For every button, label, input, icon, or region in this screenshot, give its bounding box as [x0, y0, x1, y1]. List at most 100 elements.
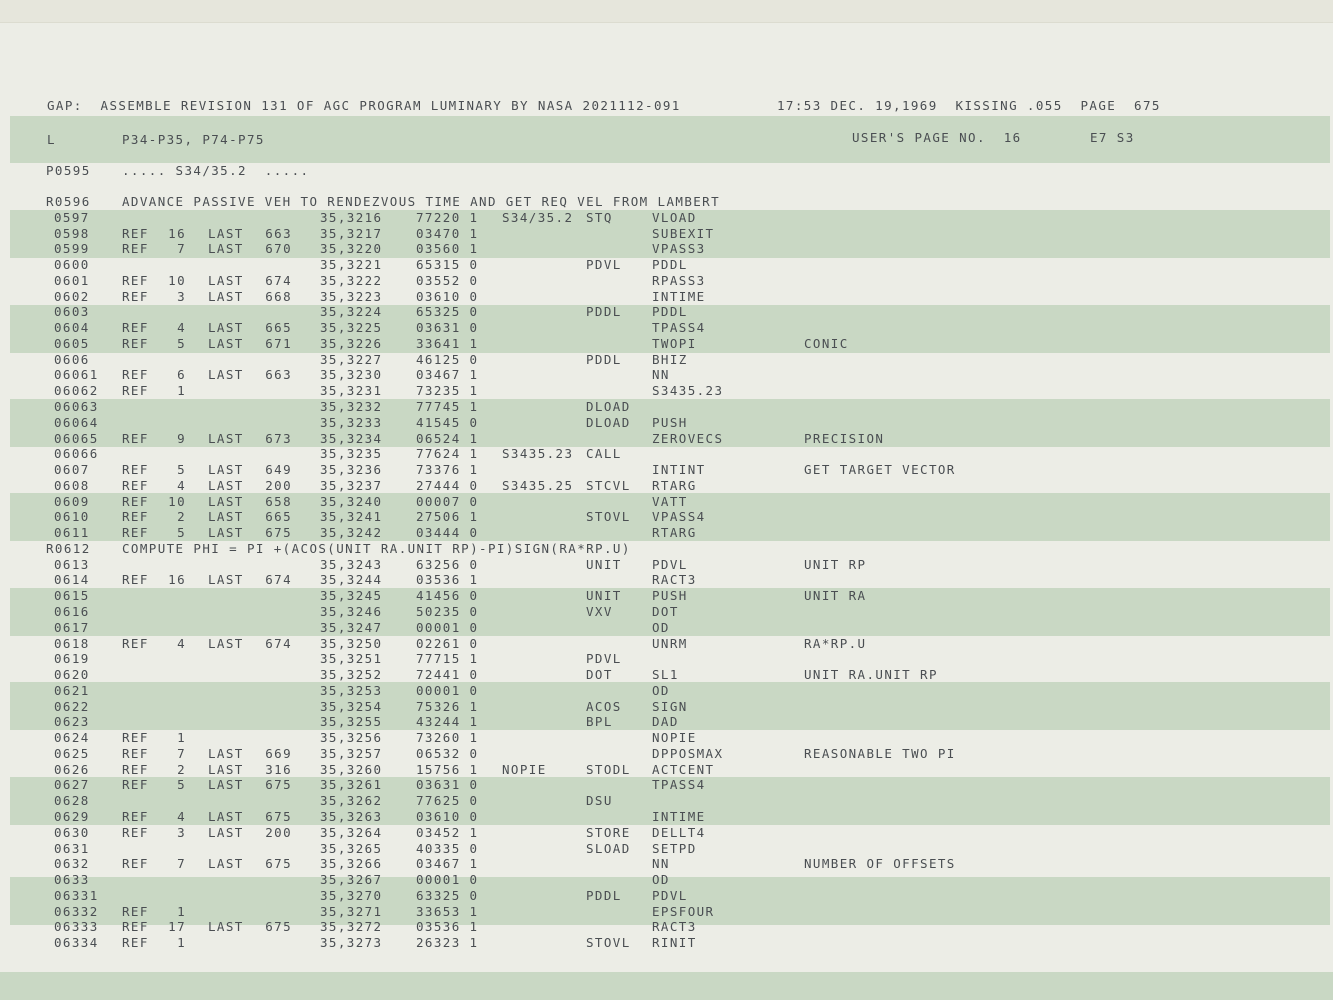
listing-row: 0604 REF 4 LAST 665 35,3225 03631 0 TPASS4	[46, 321, 1286, 335]
listing-row: 06066 35,3235 77624 1 S3435.23 CALL	[46, 447, 1286, 461]
last-page: 673	[265, 430, 292, 446]
operand: PDVL	[652, 887, 688, 903]
line-number: 0631	[54, 840, 90, 856]
operand: RACT3	[652, 919, 697, 935]
last-page: 675	[265, 525, 292, 541]
line-number: 06063	[54, 399, 99, 414]
operand: DOT	[652, 604, 679, 620]
last-page: 663	[265, 367, 292, 383]
ref-label: REF	[122, 935, 149, 951]
opcode: CALL	[586, 446, 622, 462]
line-number: 0617	[54, 619, 90, 635]
octal-code: 43244 1	[416, 714, 479, 730]
ref-count: 3	[177, 824, 186, 840]
ref-count: 1	[177, 383, 186, 399]
line-number: 0622	[54, 698, 90, 714]
listing-row: 0599 REF 7 LAST 670 35,3220 03560 1 VPASS3	[46, 242, 1286, 256]
ref-label: REF	[122, 383, 149, 399]
line-number: 0600	[54, 257, 90, 273]
operand: SETPD	[652, 840, 697, 856]
operand: VPASS4	[652, 509, 706, 525]
line-number: 0626	[54, 761, 90, 777]
octal-code: 65315 0	[416, 257, 479, 273]
listing-row: 0617 35,3247 00001 0 OD	[46, 619, 1286, 635]
line-number: 0605	[54, 335, 90, 351]
opcode: PDVL	[586, 651, 622, 667]
ref-count: 4	[177, 635, 186, 651]
last-label: LAST	[208, 477, 244, 493]
operand: EPSFOUR	[652, 903, 715, 919]
operand: S3435.23	[652, 383, 724, 399]
address: 35,3250	[320, 635, 383, 651]
ref-count: 7	[177, 856, 186, 872]
last-label: LAST	[208, 777, 244, 793]
opcode: DOT	[586, 667, 613, 683]
ref-label: REF	[122, 761, 149, 777]
octal-code: 63325 0	[416, 887, 479, 903]
opcode: STOVL	[586, 509, 631, 525]
ref-label: REF	[122, 288, 149, 304]
ref-count: 5	[177, 777, 186, 793]
listing-row: 0633 35,3267 00001 0 OD	[46, 873, 1286, 887]
address: 35,3261	[320, 777, 383, 793]
ref-label: REF	[122, 856, 149, 872]
ref-count: 9	[177, 430, 186, 446]
last-page: 671	[265, 335, 292, 351]
listing-row: 0620 35,3252 72441 0 DOT SL1 UNIT RA.UNIT RP	[46, 668, 1286, 682]
last-label: LAST	[208, 745, 244, 761]
ref-label: REF	[122, 493, 149, 509]
listing-row: 0605 REF 5 LAST 671 35,3226 33641 1 TWOPI CONIC	[46, 335, 1286, 351]
address: 35,3237	[320, 477, 383, 493]
listing-row: 0614 REF 16 LAST 674 35,3244 03536 1 RACT3	[46, 573, 1286, 587]
opcode: UNIT	[586, 556, 622, 572]
listing-row: 0630 REF 3 LAST 200 35,3264 03452 1 STORE DELLT4	[46, 824, 1286, 840]
listing-row: 0598 REF 16 LAST 663 35,3217 03470 1 SUBEXIT	[46, 225, 1286, 241]
octal-code: 02261 0	[416, 635, 479, 651]
line-number: 0601	[54, 272, 90, 288]
octal-code: 03536 1	[416, 919, 479, 935]
address: 35,3224	[320, 304, 383, 320]
operand: TPASS4	[652, 320, 706, 336]
address: 35,3242	[320, 525, 383, 541]
address: 35,3273	[320, 935, 383, 951]
listing-row: 0607 REF 5 LAST 649 35,3236 73376 1 INTINT GET T…	[46, 463, 1286, 477]
ref-count: 4	[177, 809, 186, 825]
line-number: 0620	[54, 667, 90, 683]
address: 35,3254	[320, 698, 383, 714]
address: 35,3221	[320, 257, 383, 273]
ref-count: 4	[177, 320, 186, 336]
line-number: 0616	[54, 604, 90, 620]
line-number: 0630	[54, 824, 90, 840]
operand: NN	[652, 856, 670, 872]
ref-label: REF	[122, 335, 149, 351]
last-page: 663	[265, 225, 292, 241]
ref-count: 7	[177, 745, 186, 761]
address: 35,3225	[320, 320, 383, 336]
line-number: 06061	[54, 367, 99, 383]
last-page: 200	[265, 477, 292, 493]
listing-row: 06061 REF 6 LAST 663 35,3230 03467 1 NN	[46, 368, 1286, 382]
line-number: 06331	[54, 887, 99, 903]
opcode: PDVL	[586, 257, 622, 273]
opcode: SLOAD	[586, 840, 631, 856]
line-number: 0607	[54, 462, 90, 478]
last-label: LAST	[208, 430, 244, 446]
octal-code: 15756 1	[416, 761, 479, 777]
last-label: LAST	[208, 493, 244, 509]
subheader-title: P34-P35, P74-P75	[122, 132, 265, 147]
ref-count: 16	[168, 572, 186, 588]
listing-row: 06063 35,3232 77745 1 DLOAD	[46, 400, 1286, 414]
line-number: 0613	[54, 556, 90, 572]
line-number: 0632	[54, 856, 90, 872]
listing-row: 06332 REF 1 35,3271 33653 1 EPSFOUR	[46, 903, 1286, 919]
listing-row: 0623 35,3255 43244 1 BPL DAD	[46, 715, 1286, 729]
listing-row: 0619 35,3251 77715 1 PDVL	[46, 652, 1286, 666]
octal-code: 03452 1	[416, 824, 479, 840]
line-number: 0606	[54, 351, 90, 367]
octal-code: 41456 0	[416, 588, 479, 604]
remark-text: COMPUTE PHI = PI +(ACOS(UNIT RA.UNIT RP)…	[122, 540, 631, 556]
ref-label: REF	[122, 903, 149, 919]
address: 35,3253	[320, 682, 383, 698]
page-line-number: P0595	[46, 163, 91, 178]
octal-code: 27444 0	[416, 477, 479, 493]
